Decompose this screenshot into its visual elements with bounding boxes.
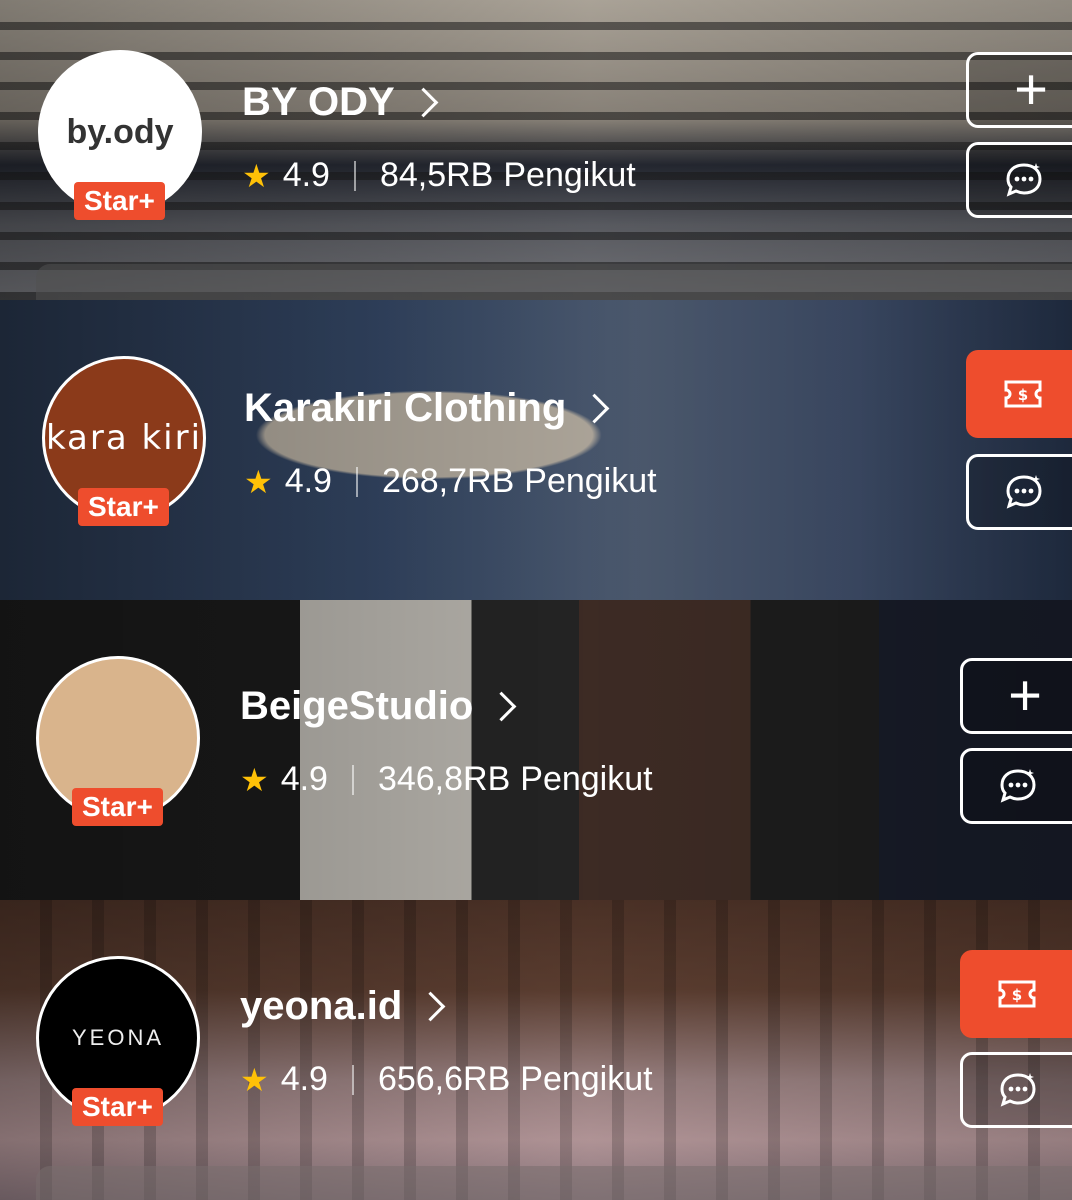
star-icon: ★ <box>240 761 269 798</box>
voucher-icon: $ <box>1004 380 1042 408</box>
plus-icon: + <box>1014 57 1048 122</box>
shop-name: Karakiri Clothing <box>244 386 567 430</box>
voucher-button[interactable]: $ <box>966 350 1072 438</box>
chat-button[interactable] <box>966 142 1072 218</box>
shop-stats: ★ 4.9 268,7RB Pengikut <box>244 462 657 501</box>
divider <box>351 764 354 795</box>
follower-label: Pengikut <box>520 760 653 798</box>
chat-icon <box>1006 163 1042 197</box>
shop-rating: 4.9 <box>282 156 330 194</box>
bottom-strip[interactable] <box>36 1166 1072 1200</box>
voucher-button[interactable]: $ <box>960 950 1072 1038</box>
shop-card-beigestudio[interactable]: Star+ BeigeStudio ★ 4.9 346,8RB Pengikut… <box>0 600 1072 900</box>
star-plus-badge: Star+ <box>78 488 169 526</box>
avatar-logo-text: by.ody <box>66 112 174 151</box>
follower-count: 268,7RB <box>381 462 515 500</box>
follower-count: 346,8RB <box>377 760 511 798</box>
follower-label: Pengikut <box>520 1060 653 1098</box>
bottom-strip[interactable] <box>36 264 1072 300</box>
voucher-icon: $ <box>998 980 1036 1008</box>
plus-icon: + <box>1008 663 1042 728</box>
chat-icon <box>1000 769 1036 803</box>
shop-name: BY ODY <box>242 80 395 124</box>
shop-rating: 4.9 <box>280 760 328 798</box>
chat-button[interactable] <box>960 748 1072 824</box>
chevron-right-icon <box>579 393 610 424</box>
follow-button[interactable]: + <box>966 52 1072 128</box>
star-icon: ★ <box>240 1061 269 1098</box>
star-icon: ★ <box>242 157 271 194</box>
shop-stats: ★ 4.9 84,5RB Pengikut <box>242 156 636 195</box>
follower-count: 656,6RB <box>377 1060 511 1098</box>
star-plus-badge: Star+ <box>74 182 165 220</box>
shop-rating: 4.9 <box>280 1060 328 1098</box>
chat-icon <box>1000 1073 1036 1107</box>
follow-button[interactable]: + <box>960 658 1072 734</box>
avatar-logo-text: YEONA <box>71 1025 165 1050</box>
follower-label: Pengikut <box>503 156 636 194</box>
divider <box>351 1064 354 1095</box>
chevron-right-icon <box>486 691 517 722</box>
shop-rating: 4.9 <box>284 462 332 500</box>
chat-icon <box>1006 475 1042 509</box>
chat-button[interactable] <box>966 454 1072 530</box>
shop-name-link[interactable]: Karakiri Clothing <box>244 386 610 431</box>
follower-count: 84,5RB <box>379 156 494 194</box>
shop-name: BeigeStudio <box>240 684 474 728</box>
svg-text:$: $ <box>1012 986 1022 1004</box>
shop-name-link[interactable]: BY ODY <box>242 80 438 125</box>
shop-name-link[interactable]: BeigeStudio <box>240 684 517 729</box>
shop-stats: ★ 4.9 346,8RB Pengikut <box>240 760 653 799</box>
divider <box>355 466 358 497</box>
star-plus-badge: Star+ <box>72 788 163 826</box>
shop-card-yeona[interactable]: YEONA Star+ yeona.id ★ 4.9 656,6RB Pengi… <box>0 900 1072 1200</box>
star-plus-badge: Star+ <box>72 1088 163 1126</box>
chevron-right-icon <box>408 87 438 118</box>
shop-stats: ★ 4.9 656,6RB Pengikut <box>240 1060 653 1099</box>
divider <box>353 160 356 191</box>
star-icon: ★ <box>244 463 273 500</box>
avatar-logo-text: kara kiri <box>45 418 203 458</box>
shop-name: yeona.id <box>240 984 403 1028</box>
follower-label: Pengikut <box>524 462 657 500</box>
shop-card-by-ody[interactable]: by.ody Star+ BY ODY ★ 4.9 84,5RB Pengiku… <box>0 0 1072 300</box>
svg-text:$: $ <box>1018 386 1028 404</box>
shop-card-karakiri[interactable]: kara kiri Star+ Karakiri Clothing ★ 4.9 … <box>0 300 1072 600</box>
chevron-right-icon <box>415 991 446 1022</box>
shop-name-link[interactable]: yeona.id <box>240 984 446 1029</box>
chat-button[interactable] <box>960 1052 1072 1128</box>
